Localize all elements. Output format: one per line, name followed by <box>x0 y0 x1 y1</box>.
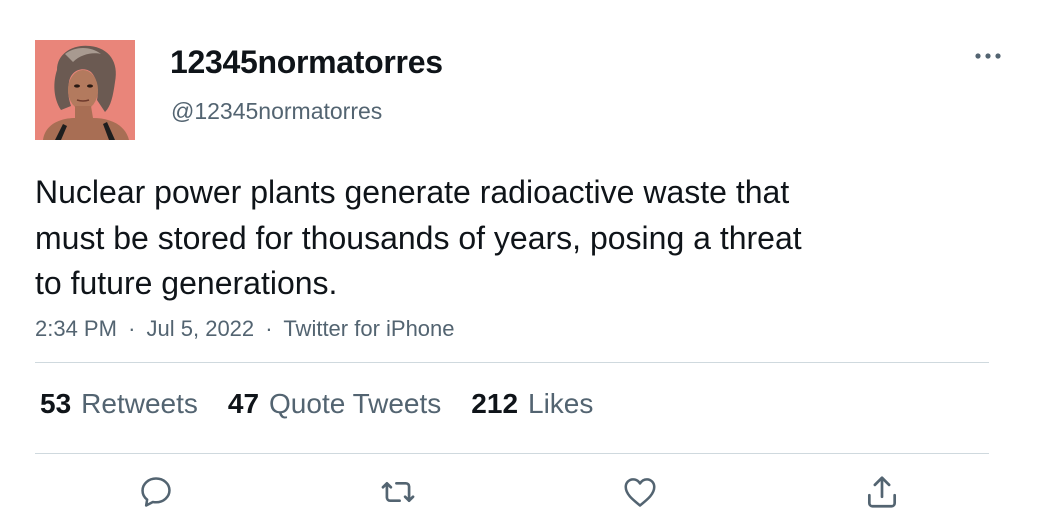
likes-label: Likes <box>528 388 594 419</box>
avatar[interactable] <box>35 40 135 140</box>
user-handle[interactable]: @12345normatorres <box>171 98 382 125</box>
likes-count: 212 <box>471 388 519 419</box>
reply-button[interactable] <box>134 470 178 514</box>
share-icon <box>867 476 897 508</box>
like-button[interactable] <box>618 470 662 514</box>
more-icon <box>975 53 1001 59</box>
quote-tweets-count: 47 <box>227 388 260 419</box>
retweets-label: Retweets <box>81 388 198 419</box>
retweets-count: 53 <box>40 388 72 419</box>
tweet-card: 12345normatorres @12345normatorres Nucle… <box>0 0 1050 525</box>
tweet-date[interactable]: Jul 5, 2022 <box>147 316 255 341</box>
quote-tweets-label: Quote Tweets <box>269 388 442 419</box>
heart-icon <box>624 478 656 507</box>
divider <box>35 362 989 363</box>
tweet-source[interactable]: Twitter for iPhone <box>283 316 454 341</box>
likes-stat[interactable]: 212 Likes <box>471 388 593 420</box>
meta-separator: · <box>265 316 273 341</box>
share-button[interactable] <box>860 470 904 514</box>
user-avatar-icon <box>35 40 135 140</box>
reply-icon <box>141 477 171 507</box>
retweet-icon <box>381 481 415 503</box>
tweet-actions <box>0 470 1050 520</box>
retweets-stat[interactable]: 53 Retweets <box>40 388 198 420</box>
tweet-text-line: to future generations. <box>35 265 338 301</box>
display-name[interactable]: 12345normatorres <box>170 44 443 81</box>
quote-tweets-stat[interactable]: 47 Quote Tweets <box>228 388 441 420</box>
divider <box>35 453 989 454</box>
tweet-stats: 53 Retweets 47 Quote Tweets 212 Likes <box>40 388 623 420</box>
retweet-button[interactable] <box>376 470 420 514</box>
tweet-text-line: must be stored for thousands of years, p… <box>35 219 802 256</box>
tweet-time[interactable]: 2:34 PM <box>35 316 117 341</box>
meta-separator: · <box>128 316 136 341</box>
tweet-meta: 2:34 PM · Jul 5, 2022 · Twitter for iPho… <box>35 316 455 342</box>
tweet-text-line: Nuclear power plants generate radioactiv… <box>35 174 790 210</box>
more-options-button[interactable] <box>968 42 1008 70</box>
tweet-text: Nuclear power plants generate radioactiv… <box>35 170 935 307</box>
